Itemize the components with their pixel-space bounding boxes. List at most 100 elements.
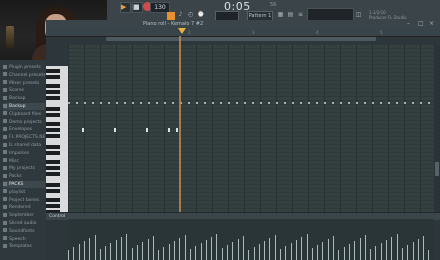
note[interactable] (244, 102, 246, 104)
note[interactable] (332, 102, 334, 104)
velocity-bar[interactable] (359, 238, 361, 260)
velocity-bar[interactable] (205, 240, 207, 260)
note[interactable] (116, 102, 118, 104)
black-key[interactable] (46, 189, 60, 193)
note[interactable] (124, 102, 126, 104)
velocity-bar[interactable] (264, 241, 266, 260)
sidebar-item[interactable]: My projects (3, 165, 45, 172)
note[interactable] (268, 102, 270, 104)
note[interactable] (68, 102, 70, 104)
velocity-bar[interactable] (227, 245, 228, 260)
velocity-bar[interactable] (290, 243, 292, 260)
note[interactable] (316, 102, 318, 104)
black-key[interactable] (46, 166, 60, 170)
black-key[interactable] (46, 198, 60, 202)
velocity-bar[interactable] (295, 240, 297, 260)
velocity-bar[interactable] (248, 250, 250, 260)
note[interactable] (252, 102, 254, 104)
velocity-bar[interactable] (401, 248, 403, 260)
note[interactable] (356, 102, 358, 104)
velocity-bar[interactable] (333, 236, 334, 260)
note[interactable] (380, 102, 382, 104)
velocity-bar[interactable] (354, 241, 356, 260)
velocity-bar[interactable] (274, 235, 276, 260)
velocity-bar[interactable] (258, 244, 260, 260)
black-key[interactable] (46, 145, 60, 149)
note[interactable] (176, 128, 178, 132)
velocity-bar[interactable] (121, 237, 122, 260)
note[interactable] (364, 102, 366, 104)
velocity-bar[interactable] (396, 234, 398, 260)
sidebar-item[interactable]: playlist (3, 189, 45, 196)
sidebar-item[interactable]: Misc (3, 158, 45, 165)
velocity-bar[interactable] (280, 249, 281, 260)
black-key[interactable] (46, 151, 60, 155)
velocity-bar[interactable] (73, 247, 75, 260)
note[interactable] (114, 128, 116, 132)
sidebar-item[interactable]: Backup (3, 103, 45, 110)
sidebar-item[interactable]: IL shared data (3, 142, 45, 149)
sidebar-item[interactable]: Rendered (3, 204, 45, 211)
note[interactable] (164, 102, 166, 104)
black-key[interactable] (46, 183, 60, 187)
sidebar-item[interactable]: Channel presets (3, 72, 45, 79)
velocity-bar[interactable] (83, 241, 85, 260)
velocity-bar[interactable] (163, 247, 165, 260)
black-key[interactable] (46, 204, 60, 208)
velocity-bar[interactable] (78, 244, 80, 260)
velocity-bar[interactable] (317, 245, 319, 260)
sidebar-item[interactable]: Speech (3, 236, 45, 243)
note[interactable] (428, 102, 430, 104)
velocity-bar[interactable] (152, 236, 154, 260)
sidebar-item[interactable]: Templates (3, 243, 45, 250)
velocity-bar[interactable] (343, 247, 345, 260)
velocity-bar[interactable] (285, 246, 287, 260)
velocity-bar[interactable] (115, 240, 117, 260)
sidebar-item[interactable]: FL PROJECTS NEW (3, 134, 45, 141)
metronome-icon[interactable]: ♪ (177, 11, 184, 18)
black-key[interactable] (46, 122, 60, 126)
velocity-bar[interactable] (311, 248, 313, 260)
note[interactable] (100, 102, 102, 104)
velocity-bar[interactable] (306, 234, 308, 260)
sidebar-item[interactable]: Plugin presets (3, 64, 45, 71)
velocity-bar[interactable] (105, 246, 107, 260)
note[interactable] (324, 102, 326, 104)
velocity-bar[interactable] (417, 239, 419, 260)
velocity-bar[interactable] (232, 242, 234, 260)
velocity-bar[interactable] (391, 237, 393, 260)
note[interactable] (300, 102, 302, 104)
note[interactable] (168, 128, 170, 132)
black-key[interactable] (46, 75, 60, 79)
velocity-bar[interactable] (158, 250, 160, 260)
playhead-marker[interactable] (178, 28, 186, 34)
play-button[interactable]: ▶ (120, 2, 131, 13)
velocity-bar[interactable] (89, 238, 91, 260)
velocity-bar[interactable] (195, 246, 197, 260)
black-key[interactable] (46, 160, 60, 164)
velocity-bar[interactable] (184, 235, 186, 260)
note[interactable] (284, 102, 286, 104)
maximize-button[interactable]: □ (418, 20, 424, 28)
black-key[interactable] (46, 128, 60, 132)
velocity-bar[interactable] (110, 243, 112, 260)
velocity-bar[interactable] (423, 236, 425, 260)
note[interactable] (396, 102, 398, 104)
velocity-bar[interactable] (99, 249, 101, 260)
note[interactable] (204, 102, 206, 104)
vertical-scrollbar[interactable] (434, 44, 440, 212)
note-grid[interactable] (68, 44, 434, 212)
velocity-bar[interactable] (348, 244, 350, 260)
velocity-bar[interactable] (269, 238, 271, 260)
velocity-bar[interactable] (380, 243, 382, 260)
velocity-bar[interactable] (237, 239, 239, 260)
close-button[interactable]: × (429, 20, 434, 28)
velocity-bar[interactable] (131, 248, 133, 260)
velocity-bar[interactable] (142, 242, 144, 260)
velocity-bar[interactable] (216, 234, 218, 260)
note[interactable] (412, 102, 414, 104)
note[interactable] (196, 102, 198, 104)
velocity-bar[interactable] (386, 240, 387, 260)
velocity-bar[interactable] (126, 234, 128, 260)
note[interactable] (76, 102, 78, 104)
